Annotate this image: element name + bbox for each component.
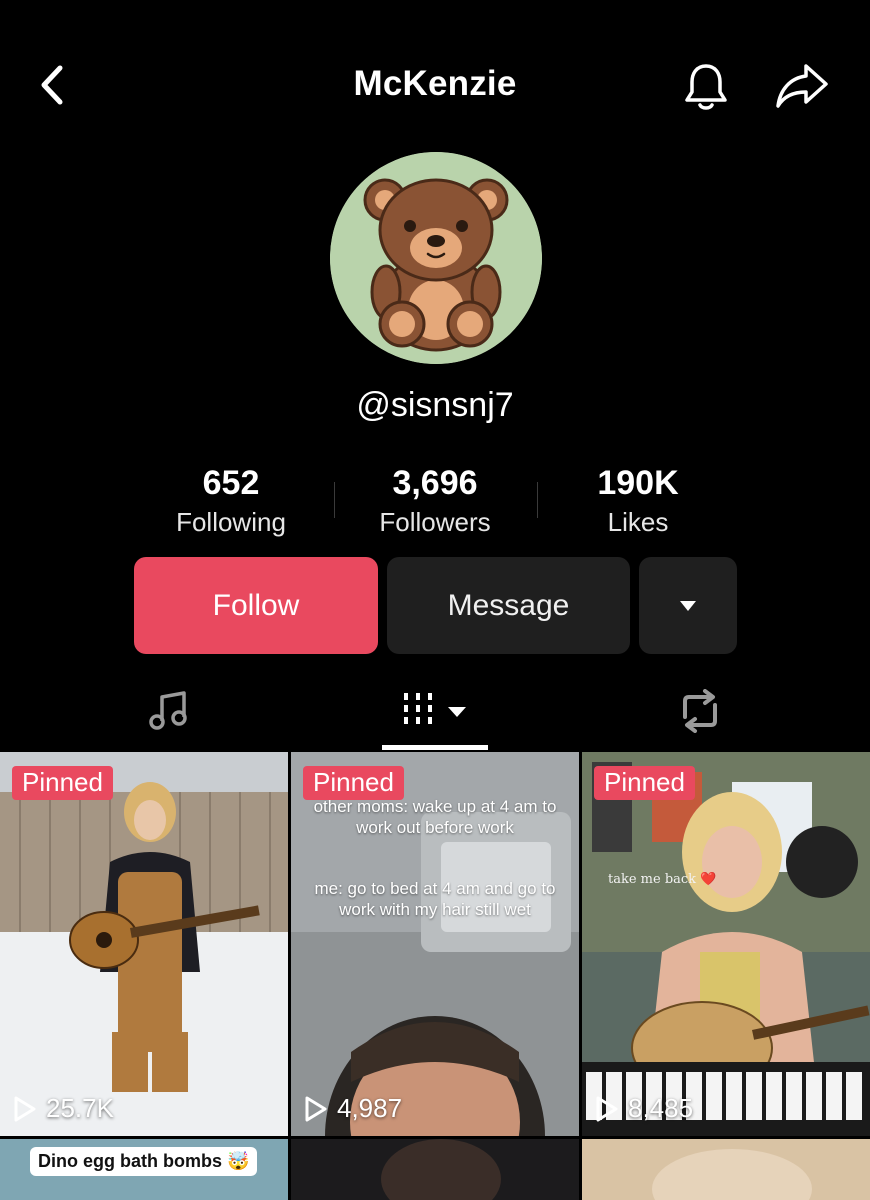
likes-label: Likes bbox=[607, 507, 669, 537]
video-overlay-text: other moms: wake up at 4 am to work out … bbox=[313, 797, 557, 837]
following-label: Following bbox=[176, 507, 286, 537]
video-tile[interactable]: take me back ❤️ Pinned 8,485 bbox=[582, 752, 870, 1136]
tab-reposts[interactable] bbox=[652, 670, 748, 752]
repost-icon bbox=[683, 689, 717, 733]
video-tile[interactable]: Dino egg bath bombs 🤯 bbox=[0, 1139, 288, 1200]
play-icon bbox=[14, 1096, 36, 1121]
stat-following[interactable]: 652 Following bbox=[131, 462, 331, 540]
video-overlay-text: me: go to bed at 4 am and go to work wit… bbox=[314, 879, 556, 919]
video-thumbnail bbox=[0, 752, 288, 1136]
followers-label: Followers bbox=[379, 507, 491, 537]
view-count-value: 8,485 bbox=[628, 1093, 694, 1123]
play-icon bbox=[596, 1096, 618, 1121]
view-count: 8,485 bbox=[594, 1093, 693, 1124]
video-tile[interactable]: other moms: wake up at 4 am to work out … bbox=[291, 752, 579, 1136]
video-tile[interactable]: Pinned 25.7K bbox=[0, 752, 288, 1136]
top-bar: McKenzie bbox=[0, 40, 870, 130]
content-tabs bbox=[0, 670, 870, 752]
video-grid: Pinned 25.7K other moms: wake up at 4 am… bbox=[0, 752, 870, 1200]
view-count-value: 4,987 bbox=[337, 1093, 403, 1123]
music-note-icon bbox=[149, 691, 187, 730]
tab-videos[interactable] bbox=[382, 670, 488, 752]
share-button[interactable] bbox=[774, 60, 830, 112]
profile-handle: @sisnsnj7 bbox=[356, 386, 514, 424]
pinned-badge: Pinned bbox=[12, 766, 113, 800]
following-count: 652 bbox=[202, 464, 260, 502]
more-options-button[interactable] bbox=[639, 557, 737, 654]
tab-music[interactable] bbox=[120, 670, 216, 752]
pinned-badge: Pinned bbox=[594, 766, 695, 800]
view-count: 4,987 bbox=[303, 1093, 402, 1124]
video-tile[interactable] bbox=[291, 1139, 579, 1200]
play-icon bbox=[305, 1096, 327, 1121]
grid-bars-icon bbox=[404, 693, 466, 729]
share-arrow-icon bbox=[776, 64, 828, 108]
teddy-bear-avatar bbox=[330, 152, 542, 364]
video-thumbnail bbox=[582, 752, 870, 1136]
follow-button[interactable]: Follow bbox=[134, 557, 378, 654]
active-tab-indicator bbox=[382, 745, 488, 750]
pinned-badge: Pinned bbox=[303, 766, 404, 800]
message-button[interactable]: Message bbox=[387, 557, 630, 654]
notifications-button[interactable] bbox=[680, 60, 732, 112]
likes-count: 190K bbox=[597, 464, 679, 502]
followers-count: 3,696 bbox=[392, 464, 478, 502]
video-caption: Dino egg bath bombs 🤯 bbox=[30, 1147, 258, 1176]
bell-icon bbox=[685, 64, 727, 110]
view-count: 25.7K bbox=[12, 1093, 114, 1124]
video-overlay-caption: take me back ❤️ bbox=[608, 872, 717, 887]
avatar[interactable] bbox=[330, 152, 542, 364]
video-thumbnail bbox=[652, 1149, 812, 1200]
stat-likes[interactable]: 190K Likes bbox=[538, 462, 738, 540]
video-thumbnail bbox=[381, 1139, 501, 1200]
page-title: McKenzie bbox=[353, 64, 517, 103]
stat-followers[interactable]: 3,696 Followers bbox=[335, 462, 535, 540]
triangle-down-icon bbox=[680, 600, 696, 611]
video-tile[interactable] bbox=[582, 1139, 870, 1200]
view-count-value: 25.7K bbox=[46, 1093, 114, 1123]
